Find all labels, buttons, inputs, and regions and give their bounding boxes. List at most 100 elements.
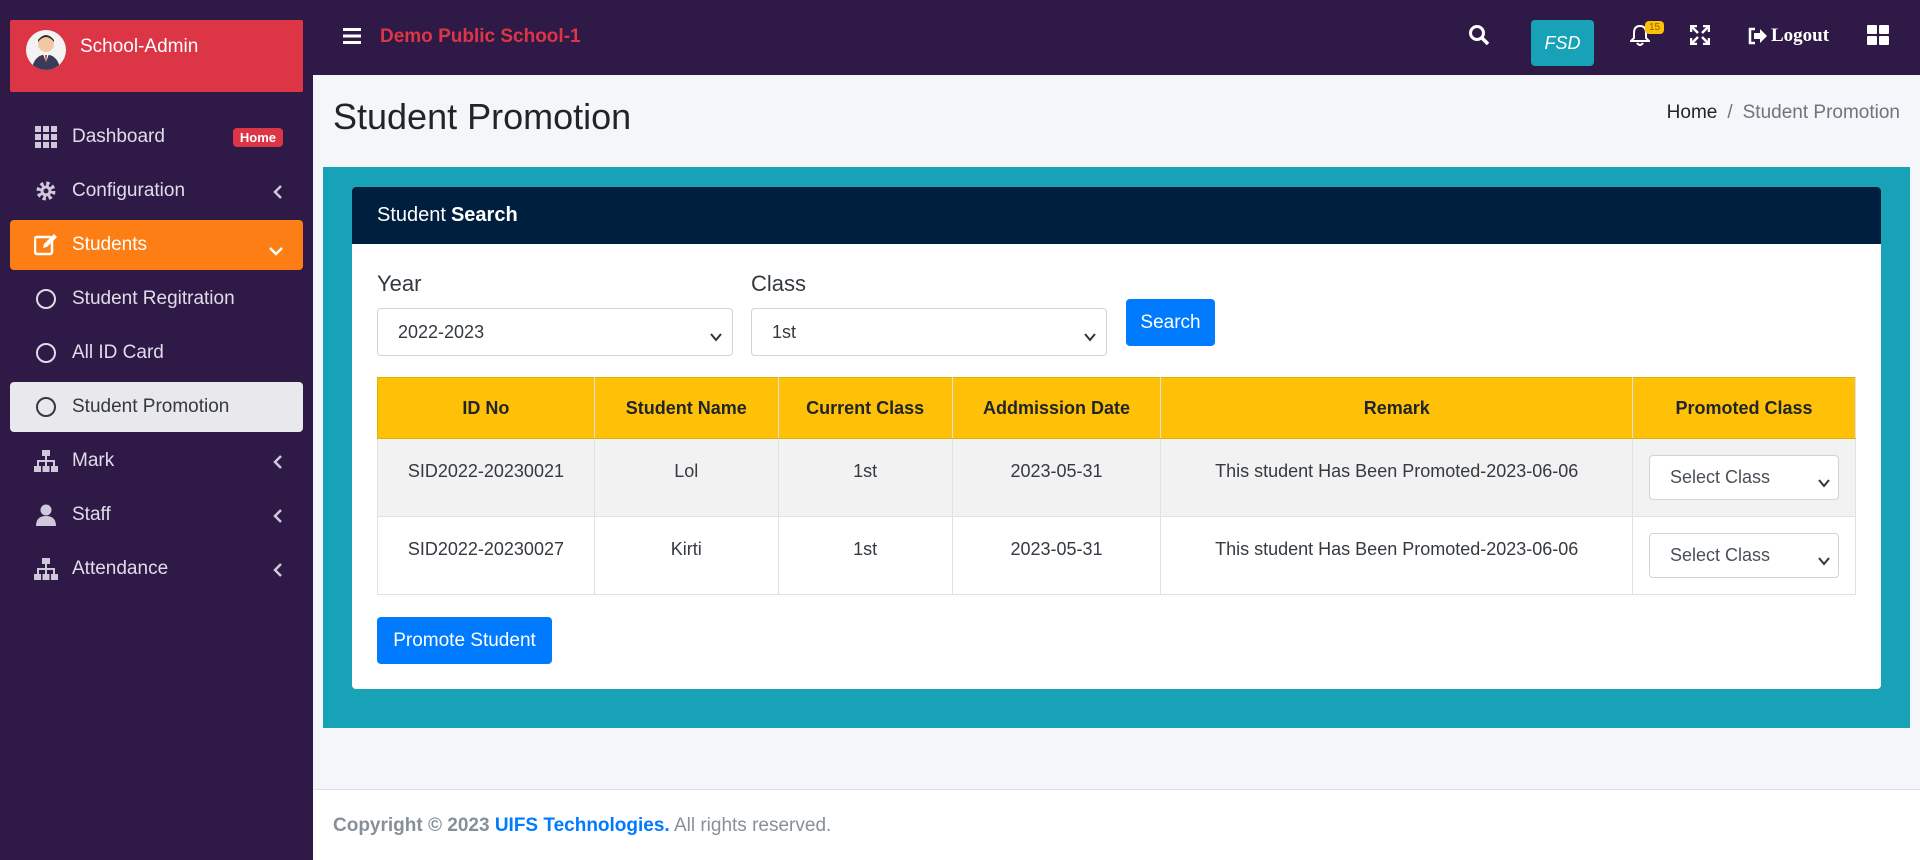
chevron-left-icon bbox=[273, 507, 283, 529]
school-name[interactable]: Demo Public School-1 bbox=[380, 26, 581, 48]
gear-icon bbox=[34, 179, 58, 203]
footer: Copyright © 2023 UIFS Technologies. All … bbox=[313, 789, 1920, 860]
promoted-class-value: Select Class bbox=[1670, 545, 1771, 565]
table-header: ID No bbox=[377, 377, 595, 439]
sidebar-item-label: Configuration bbox=[72, 180, 186, 201]
sidebar-item-dashboard[interactable]: Dashboard Home bbox=[10, 112, 303, 162]
sitemap-icon bbox=[34, 449, 58, 473]
sidebar-item-students[interactable]: Students bbox=[10, 220, 303, 270]
chevron-down-icon bbox=[1818, 550, 1830, 571]
breadcrumb: Home / Student Promotion bbox=[1667, 102, 1900, 124]
breadcrumb-home[interactable]: Home bbox=[1667, 102, 1718, 123]
logout-label: Logout bbox=[1771, 25, 1830, 46]
footer-text: Copyright © 2023 UIFS Technologies. All … bbox=[333, 815, 831, 837]
sidebar-item-label: Dashboard bbox=[72, 126, 165, 147]
card-header-text: Student bbox=[377, 204, 446, 226]
sidebar-item-label: Students bbox=[72, 234, 147, 255]
table-header: Student Name bbox=[593, 377, 779, 439]
card-header-bold: Search bbox=[450, 204, 518, 226]
year-select[interactable]: 2022-2023 bbox=[377, 308, 733, 356]
table-header: Addmission Date bbox=[951, 377, 1162, 439]
promoted-class-value: Select Class bbox=[1670, 467, 1771, 487]
edit-icon bbox=[34, 233, 58, 257]
promoted-class-select[interactable]: Select Class bbox=[1649, 533, 1839, 578]
brand-text: School-Admin bbox=[80, 36, 199, 57]
table-header: Current Class bbox=[777, 377, 953, 439]
cell-date: 2023-05-31 bbox=[951, 438, 1162, 517]
sidebar-nav: Dashboard Home Configuration Students St… bbox=[10, 112, 303, 598]
sidebar-item-student-registration[interactable]: Student Regitration bbox=[10, 274, 303, 324]
cell-remark: This student Has Been Promoted-2023-06-0… bbox=[1160, 516, 1633, 595]
sidebar-item-label: Attendance bbox=[72, 558, 169, 579]
table-row: SID2022-20230027 Kirti 1st 2023-05-31 Th… bbox=[377, 516, 1856, 595]
student-search-card: Student Search Year 2022-2023 Class 1st S… bbox=[352, 187, 1881, 689]
chevron-left-icon bbox=[273, 183, 283, 205]
sidebar-item-configuration[interactable]: Configuration bbox=[10, 166, 303, 216]
page-title: Student Promotion bbox=[333, 96, 632, 137]
sidebar-item-mark[interactable]: Mark bbox=[10, 436, 303, 486]
year-label: Year bbox=[377, 271, 422, 296]
user-avatar bbox=[26, 30, 66, 70]
promote-student-button[interactable]: Promote Student bbox=[377, 617, 552, 664]
circle-icon bbox=[34, 341, 58, 365]
sidebar-item-label: Student Regitration bbox=[72, 288, 235, 309]
user-icon bbox=[34, 503, 58, 527]
chevron-down-icon bbox=[269, 240, 283, 262]
sidebar-item-all-id-card[interactable]: All ID Card bbox=[10, 328, 303, 378]
chevron-left-icon bbox=[273, 453, 283, 475]
sidebar-item-label: Staff bbox=[72, 504, 111, 525]
sidebar: School-Admin Dashboard Home Configuratio… bbox=[0, 0, 313, 860]
breadcrumb-separator: / bbox=[1727, 102, 1733, 123]
chevron-down-icon bbox=[1084, 326, 1096, 347]
cell-name: Lol bbox=[593, 438, 779, 517]
cell-class: 1st bbox=[777, 516, 953, 595]
sidebar-item-staff[interactable]: Staff bbox=[10, 490, 303, 540]
table-row: SID2022-20230021 Lol 1st 2023-05-31 This… bbox=[377, 438, 1856, 517]
sidebar-item-label: Mark bbox=[72, 450, 115, 471]
table-header: Promoted Class bbox=[1632, 377, 1856, 439]
breadcrumb-current: Student Promotion bbox=[1742, 102, 1900, 123]
sitemap-icon bbox=[34, 557, 58, 581]
chevron-down-icon bbox=[1818, 472, 1830, 493]
cell-promoted-class: Select Class bbox=[1632, 516, 1856, 595]
search-icon[interactable] bbox=[1468, 24, 1490, 51]
student-table: ID No Student Name Current Class Addmiss… bbox=[377, 377, 1856, 595]
notification-badge: 15 bbox=[1645, 21, 1665, 34]
cell-id: SID2022-20230027 bbox=[377, 516, 595, 595]
home-badge: Home bbox=[232, 128, 283, 147]
sidebar-item-label: Student Promotion bbox=[72, 396, 230, 417]
company-link[interactable]: UIFS Technologies. bbox=[495, 815, 670, 836]
cell-class: 1st bbox=[777, 438, 953, 517]
circle-icon bbox=[34, 287, 58, 311]
class-label: Class bbox=[751, 271, 807, 296]
cell-id: SID2022-20230021 bbox=[377, 438, 595, 517]
sign-out-icon bbox=[1748, 27, 1768, 45]
cell-remark: This student Has Been Promoted-2023-06-0… bbox=[1160, 438, 1633, 517]
cell-date: 2023-05-31 bbox=[951, 516, 1162, 595]
circle-icon bbox=[34, 395, 58, 419]
chevron-down-icon bbox=[710, 326, 722, 347]
cell-name: Kirti bbox=[593, 516, 779, 595]
apps-grid-icon[interactable] bbox=[1867, 25, 1889, 50]
fsd-button[interactable]: FSD bbox=[1531, 20, 1594, 66]
search-button[interactable]: Search bbox=[1126, 299, 1215, 346]
chevron-left-icon bbox=[273, 561, 283, 583]
sidebar-item-student-promotion[interactable]: Student Promotion bbox=[10, 382, 303, 432]
top-navbar: Demo Public School-1 FSD 15 Logout bbox=[313, 0, 1920, 75]
cell-promoted-class: Select Class bbox=[1632, 438, 1856, 517]
rights-text: All rights reserved. bbox=[673, 815, 832, 836]
sidebar-item-attendance[interactable]: Attendance bbox=[10, 544, 303, 594]
table-header-row: ID No Student Name Current Class Addmiss… bbox=[377, 377, 1856, 439]
hamburger-icon[interactable] bbox=[343, 28, 361, 49]
brand-link[interactable]: School-Admin bbox=[10, 20, 303, 92]
table-header: Remark bbox=[1160, 377, 1633, 439]
class-select[interactable]: 1st bbox=[751, 308, 1107, 356]
year-select-value: 2022-2023 bbox=[398, 321, 485, 342]
promoted-class-select[interactable]: Select Class bbox=[1649, 455, 1839, 500]
logout-link[interactable]: Logout bbox=[1748, 25, 1829, 47]
grid-icon bbox=[34, 125, 58, 149]
copyright-text: Copyright © 2023 bbox=[333, 815, 490, 836]
expand-icon[interactable] bbox=[1689, 24, 1711, 50]
card-header: Student Search bbox=[352, 187, 1881, 244]
sidebar-item-label: All ID Card bbox=[72, 342, 164, 363]
